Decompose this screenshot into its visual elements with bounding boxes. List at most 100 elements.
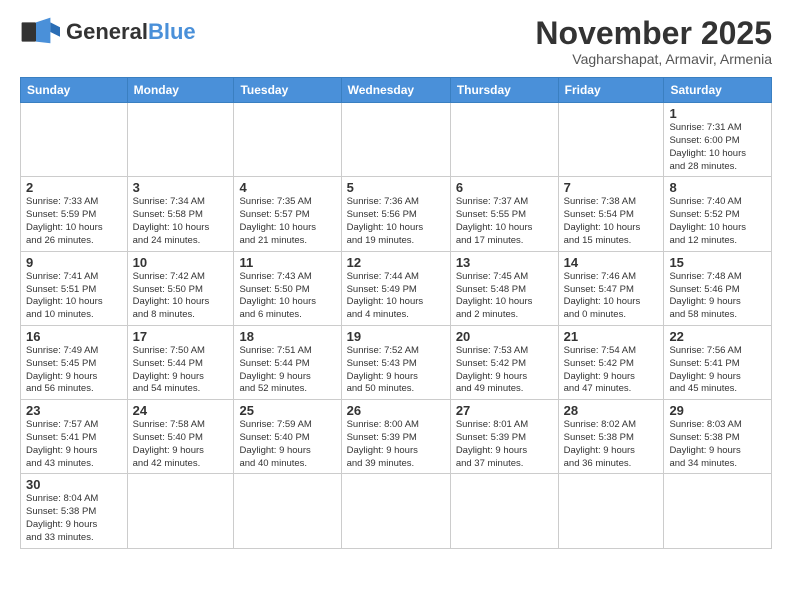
table-row: 23Sunrise: 7:57 AMSunset: 5:41 PMDayligh… (21, 400, 128, 474)
day-info: Sunrise: 7:31 AMSunset: 6:00 PMDaylight:… (669, 122, 766, 173)
day-number: 13 (456, 255, 553, 270)
table-row: 27Sunrise: 8:01 AMSunset: 5:39 PMDayligh… (450, 400, 558, 474)
day-number: 1 (669, 106, 766, 121)
day-number: 12 (347, 255, 445, 270)
day-info: Sunrise: 7:44 AMSunset: 5:49 PMDaylight:… (347, 271, 445, 322)
table-row (127, 103, 234, 177)
table-row (127, 474, 234, 548)
page: GeneralBlue November 2025 Vagharshapat, … (0, 0, 792, 559)
table-row: 10Sunrise: 7:42 AMSunset: 5:50 PMDayligh… (127, 251, 234, 325)
table-row: 5Sunrise: 7:36 AMSunset: 5:56 PMDaylight… (341, 177, 450, 251)
day-number: 5 (347, 180, 445, 195)
col-monday: Monday (127, 78, 234, 103)
day-info: Sunrise: 7:50 AMSunset: 5:44 PMDaylight:… (133, 345, 229, 396)
table-row: 24Sunrise: 7:58 AMSunset: 5:40 PMDayligh… (127, 400, 234, 474)
day-number: 24 (133, 403, 229, 418)
day-number: 3 (133, 180, 229, 195)
col-friday: Friday (558, 78, 664, 103)
table-row (21, 103, 128, 177)
table-row (341, 474, 450, 548)
logo: GeneralBlue (20, 16, 196, 48)
day-info: Sunrise: 7:51 AMSunset: 5:44 PMDaylight:… (239, 345, 335, 396)
month-title: November 2025 (535, 16, 772, 51)
table-row: 19Sunrise: 7:52 AMSunset: 5:43 PMDayligh… (341, 325, 450, 399)
col-sunday: Sunday (21, 78, 128, 103)
day-info: Sunrise: 7:41 AMSunset: 5:51 PMDaylight:… (26, 271, 122, 322)
calendar-week-3: 9Sunrise: 7:41 AMSunset: 5:51 PMDaylight… (21, 251, 772, 325)
table-row: 16Sunrise: 7:49 AMSunset: 5:45 PMDayligh… (21, 325, 128, 399)
day-info: Sunrise: 7:58 AMSunset: 5:40 PMDaylight:… (133, 419, 229, 470)
header: GeneralBlue November 2025 Vagharshapat, … (20, 16, 772, 67)
day-info: Sunrise: 7:56 AMSunset: 5:41 PMDaylight:… (669, 345, 766, 396)
table-row: 9Sunrise: 7:41 AMSunset: 5:51 PMDaylight… (21, 251, 128, 325)
day-number: 2 (26, 180, 122, 195)
day-info: Sunrise: 7:54 AMSunset: 5:42 PMDaylight:… (564, 345, 659, 396)
day-info: Sunrise: 8:03 AMSunset: 5:38 PMDaylight:… (669, 419, 766, 470)
table-row (341, 103, 450, 177)
col-saturday: Saturday (664, 78, 772, 103)
calendar: Sunday Monday Tuesday Wednesday Thursday… (20, 77, 772, 549)
table-row (450, 474, 558, 548)
location-subtitle: Vagharshapat, Armavir, Armenia (535, 51, 772, 67)
table-row: 11Sunrise: 7:43 AMSunset: 5:50 PMDayligh… (234, 251, 341, 325)
day-info: Sunrise: 7:42 AMSunset: 5:50 PMDaylight:… (133, 271, 229, 322)
day-number: 9 (26, 255, 122, 270)
table-row: 25Sunrise: 7:59 AMSunset: 5:40 PMDayligh… (234, 400, 341, 474)
table-row (234, 103, 341, 177)
day-info: Sunrise: 7:43 AMSunset: 5:50 PMDaylight:… (239, 271, 335, 322)
day-info: Sunrise: 7:49 AMSunset: 5:45 PMDaylight:… (26, 345, 122, 396)
table-row (450, 103, 558, 177)
day-number: 6 (456, 180, 553, 195)
table-row: 18Sunrise: 7:51 AMSunset: 5:44 PMDayligh… (234, 325, 341, 399)
logo-icon (20, 16, 60, 48)
day-info: Sunrise: 7:37 AMSunset: 5:55 PMDaylight:… (456, 196, 553, 247)
day-info: Sunrise: 8:02 AMSunset: 5:38 PMDaylight:… (564, 419, 659, 470)
calendar-week-5: 23Sunrise: 7:57 AMSunset: 5:41 PMDayligh… (21, 400, 772, 474)
table-row: 1Sunrise: 7:31 AMSunset: 6:00 PMDaylight… (664, 103, 772, 177)
day-number: 26 (347, 403, 445, 418)
day-number: 21 (564, 329, 659, 344)
table-row: 29Sunrise: 8:03 AMSunset: 5:38 PMDayligh… (664, 400, 772, 474)
day-info: Sunrise: 7:36 AMSunset: 5:56 PMDaylight:… (347, 196, 445, 247)
table-row: 21Sunrise: 7:54 AMSunset: 5:42 PMDayligh… (558, 325, 664, 399)
table-row: 4Sunrise: 7:35 AMSunset: 5:57 PMDaylight… (234, 177, 341, 251)
day-info: Sunrise: 8:04 AMSunset: 5:38 PMDaylight:… (26, 493, 122, 544)
day-info: Sunrise: 7:57 AMSunset: 5:41 PMDaylight:… (26, 419, 122, 470)
day-number: 16 (26, 329, 122, 344)
table-row: 17Sunrise: 7:50 AMSunset: 5:44 PMDayligh… (127, 325, 234, 399)
day-info: Sunrise: 7:40 AMSunset: 5:52 PMDaylight:… (669, 196, 766, 247)
day-info: Sunrise: 7:53 AMSunset: 5:42 PMDaylight:… (456, 345, 553, 396)
day-info: Sunrise: 8:01 AMSunset: 5:39 PMDaylight:… (456, 419, 553, 470)
day-number: 27 (456, 403, 553, 418)
table-row: 2Sunrise: 7:33 AMSunset: 5:59 PMDaylight… (21, 177, 128, 251)
day-info: Sunrise: 7:46 AMSunset: 5:47 PMDaylight:… (564, 271, 659, 322)
day-info: Sunrise: 7:52 AMSunset: 5:43 PMDaylight:… (347, 345, 445, 396)
col-tuesday: Tuesday (234, 78, 341, 103)
day-number: 10 (133, 255, 229, 270)
table-row: 12Sunrise: 7:44 AMSunset: 5:49 PMDayligh… (341, 251, 450, 325)
calendar-week-2: 2Sunrise: 7:33 AMSunset: 5:59 PMDaylight… (21, 177, 772, 251)
day-number: 15 (669, 255, 766, 270)
calendar-week-4: 16Sunrise: 7:49 AMSunset: 5:45 PMDayligh… (21, 325, 772, 399)
table-row: 20Sunrise: 7:53 AMSunset: 5:42 PMDayligh… (450, 325, 558, 399)
day-number: 20 (456, 329, 553, 344)
table-row: 13Sunrise: 7:45 AMSunset: 5:48 PMDayligh… (450, 251, 558, 325)
calendar-week-6: 30Sunrise: 8:04 AMSunset: 5:38 PMDayligh… (21, 474, 772, 548)
table-row: 8Sunrise: 7:40 AMSunset: 5:52 PMDaylight… (664, 177, 772, 251)
day-info: Sunrise: 7:48 AMSunset: 5:46 PMDaylight:… (669, 271, 766, 322)
table-row: 22Sunrise: 7:56 AMSunset: 5:41 PMDayligh… (664, 325, 772, 399)
calendar-week-1: 1Sunrise: 7:31 AMSunset: 6:00 PMDaylight… (21, 103, 772, 177)
table-row: 6Sunrise: 7:37 AMSunset: 5:55 PMDaylight… (450, 177, 558, 251)
table-row: 28Sunrise: 8:02 AMSunset: 5:38 PMDayligh… (558, 400, 664, 474)
day-number: 25 (239, 403, 335, 418)
table-row: 26Sunrise: 8:00 AMSunset: 5:39 PMDayligh… (341, 400, 450, 474)
day-number: 28 (564, 403, 659, 418)
day-number: 23 (26, 403, 122, 418)
day-info: Sunrise: 7:38 AMSunset: 5:54 PMDaylight:… (564, 196, 659, 247)
day-number: 19 (347, 329, 445, 344)
table-row: 14Sunrise: 7:46 AMSunset: 5:47 PMDayligh… (558, 251, 664, 325)
day-number: 18 (239, 329, 335, 344)
day-number: 30 (26, 477, 122, 492)
day-number: 14 (564, 255, 659, 270)
day-info: Sunrise: 8:00 AMSunset: 5:39 PMDaylight:… (347, 419, 445, 470)
